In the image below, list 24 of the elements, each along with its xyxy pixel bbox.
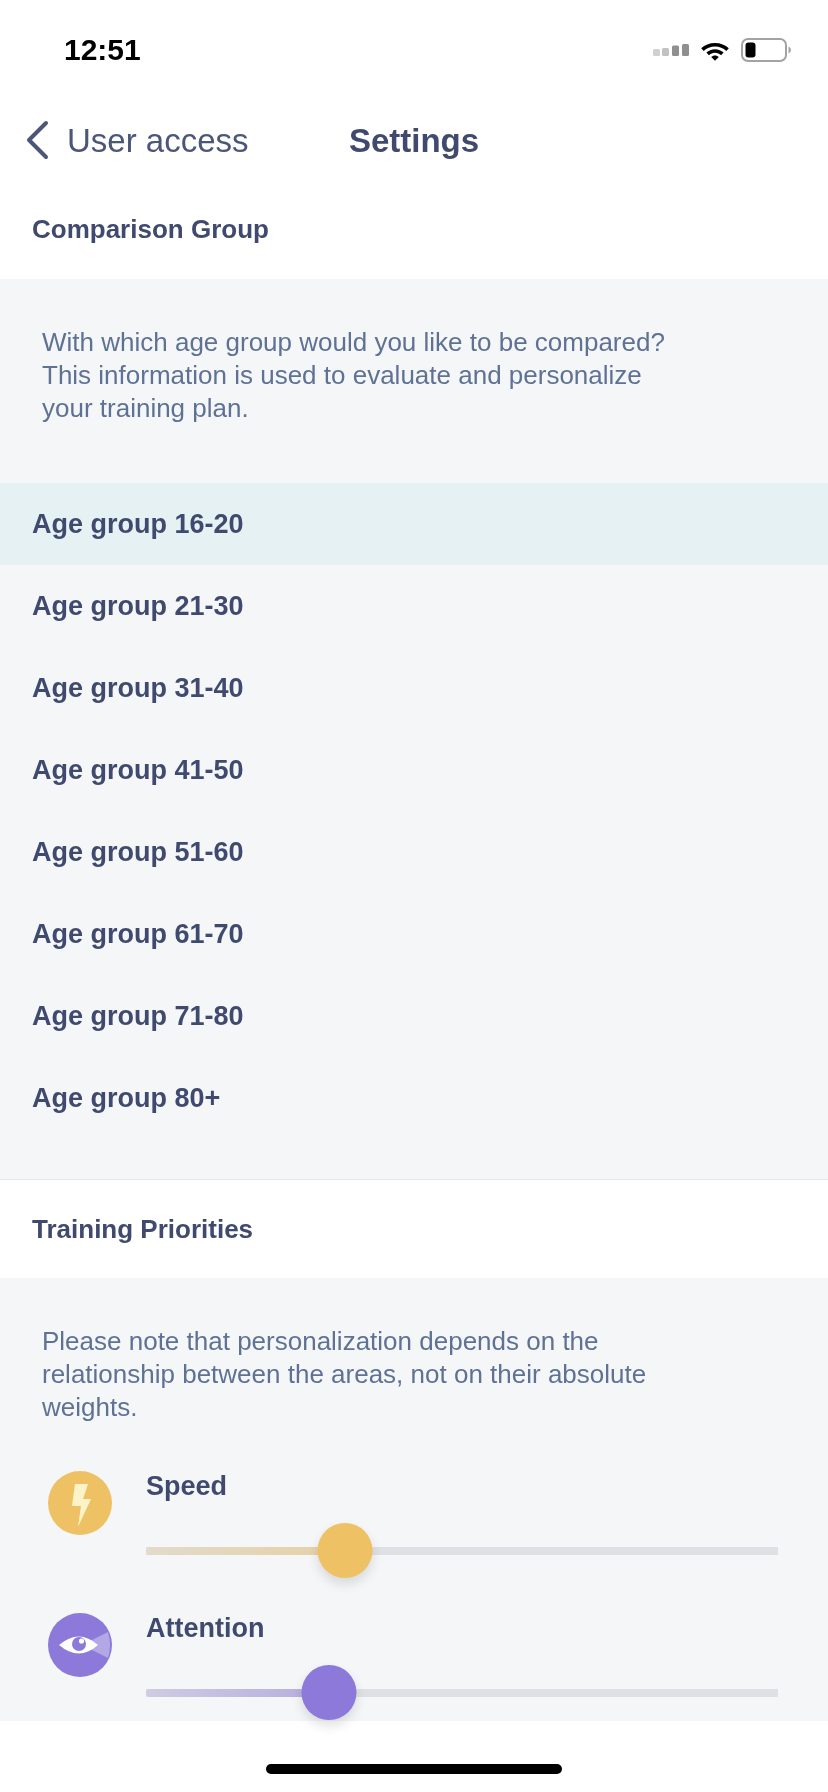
section-description: Please note that personalization depends on the relationship between the areas, not on their absolute weights. [42,1325,648,1424]
slider-thumb[interactable] [301,1665,357,1720]
eye-icon [48,1613,112,1677]
chevron-left-icon [25,120,49,160]
battery-icon [741,38,791,62]
section-description: With which age group would you like to be compared? This information is used to evaluate and personalize your training plan. [42,326,666,425]
page-title: Settings [348,123,480,157]
age-group-option[interactable]: Age group 31-40 [0,647,828,729]
slider-thumb[interactable] [317,1523,373,1578]
lightning-bolt-icon [48,1471,112,1535]
age-group-option[interactable]: Age group 41-50 [0,729,828,811]
age-group-option[interactable]: Age group 80+ [0,1057,828,1139]
section-title: Training Priorities [32,1212,254,1246]
age-group-option[interactable]: Age group 71-80 [0,975,828,1057]
age-group-option[interactable]: Age group 51-60 [0,811,828,893]
section-title: Comparison Group [32,213,269,246]
signal-icon [653,44,689,56]
priority-label: Attention [146,1614,266,1643]
status-time: 12:51 [64,35,141,65]
back-button[interactable]: User access [25,120,249,160]
priority-label: Speed [146,1472,229,1501]
age-group-option[interactable]: Age group 21-30 [0,565,828,647]
age-group-option[interactable]: Age group 16-20 [0,483,828,565]
age-group-option[interactable]: Age group 61-70 [0,893,828,975]
